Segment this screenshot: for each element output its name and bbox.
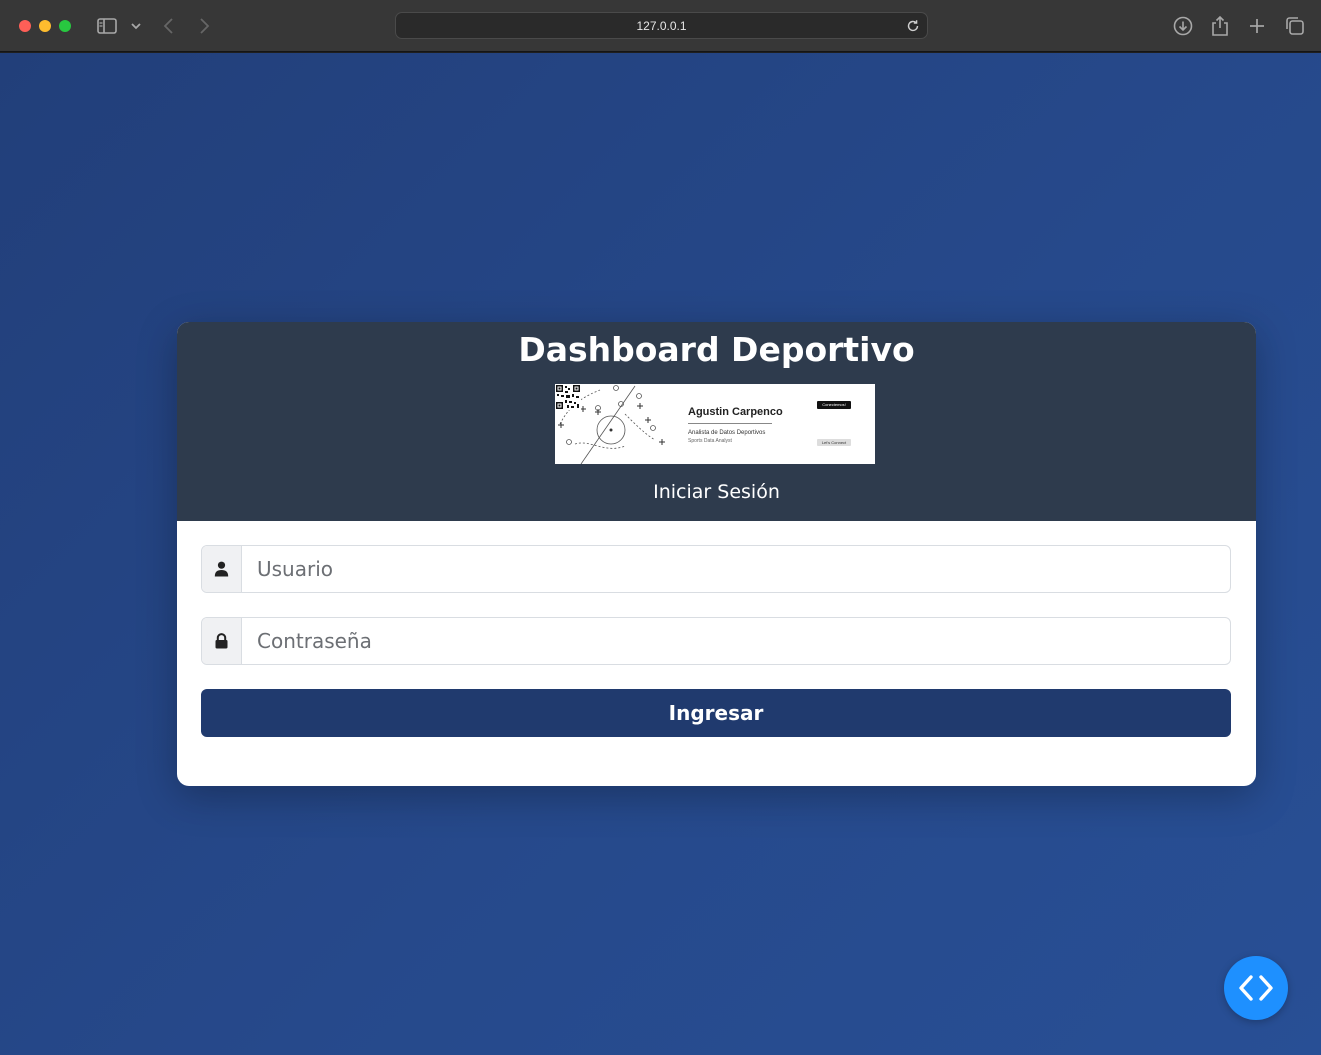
username-addon <box>202 546 242 592</box>
back-icon[interactable] <box>157 14 181 38</box>
sidebar-toggle-icon[interactable] <box>95 14 119 38</box>
tab-overview-icon[interactable] <box>1283 14 1307 38</box>
profile-banner-image: Agustin Carpenco Analista de Datos Depor… <box>555 384 875 464</box>
code-toggle-button[interactable] <box>1224 956 1288 1020</box>
browser-toolbar: 127.0.0.1 <box>0 0 1321 52</box>
address-url[interactable]: 127.0.0.1 <box>396 13 927 39</box>
password-input[interactable] <box>242 618 1230 664</box>
page-background: Dashboard Deportivo Agustin Carpenco Ana… <box>0 53 1321 1055</box>
banner-qr-tag: Conectemos! <box>817 401 851 409</box>
page-title: Dashboard Deportivo <box>518 330 915 369</box>
chevron-down-icon[interactable] <box>124 14 144 38</box>
reload-icon[interactable] <box>905 18 921 34</box>
zoom-window-button[interactable] <box>59 20 71 32</box>
close-window-button[interactable] <box>19 20 31 32</box>
password-addon <box>202 618 242 664</box>
share-icon[interactable] <box>1208 14 1232 38</box>
minimize-window-button[interactable] <box>39 20 51 32</box>
password-field-group <box>201 617 1231 665</box>
forward-icon[interactable] <box>192 14 216 38</box>
login-card-header: Dashboard Deportivo Agustin Carpenco Ana… <box>177 322 1256 521</box>
code-icon <box>1239 975 1273 1001</box>
banner-role: Analista de Datos Deportivos <box>688 430 766 436</box>
banner-qr-cta: Let's Connect <box>817 439 851 446</box>
new-tab-icon[interactable] <box>1245 14 1269 38</box>
username-field-group <box>201 545 1231 593</box>
banner-divider <box>688 423 772 424</box>
banner-subrole: Sports Data Analyst <box>688 438 732 444</box>
login-subtitle: Iniciar Sesión <box>653 481 780 503</box>
lock-icon <box>215 633 228 649</box>
qr-code-icon <box>555 384 581 410</box>
address-bar[interactable]: 127.0.0.1 <box>395 12 928 39</box>
login-button[interactable]: Ingresar <box>201 689 1231 737</box>
username-input[interactable] <box>242 546 1230 592</box>
user-icon <box>214 561 229 577</box>
banner-name: Agustin Carpenco <box>688 406 783 418</box>
login-card: Dashboard Deportivo Agustin Carpenco Ana… <box>177 322 1256 786</box>
download-icon[interactable] <box>1171 14 1195 38</box>
